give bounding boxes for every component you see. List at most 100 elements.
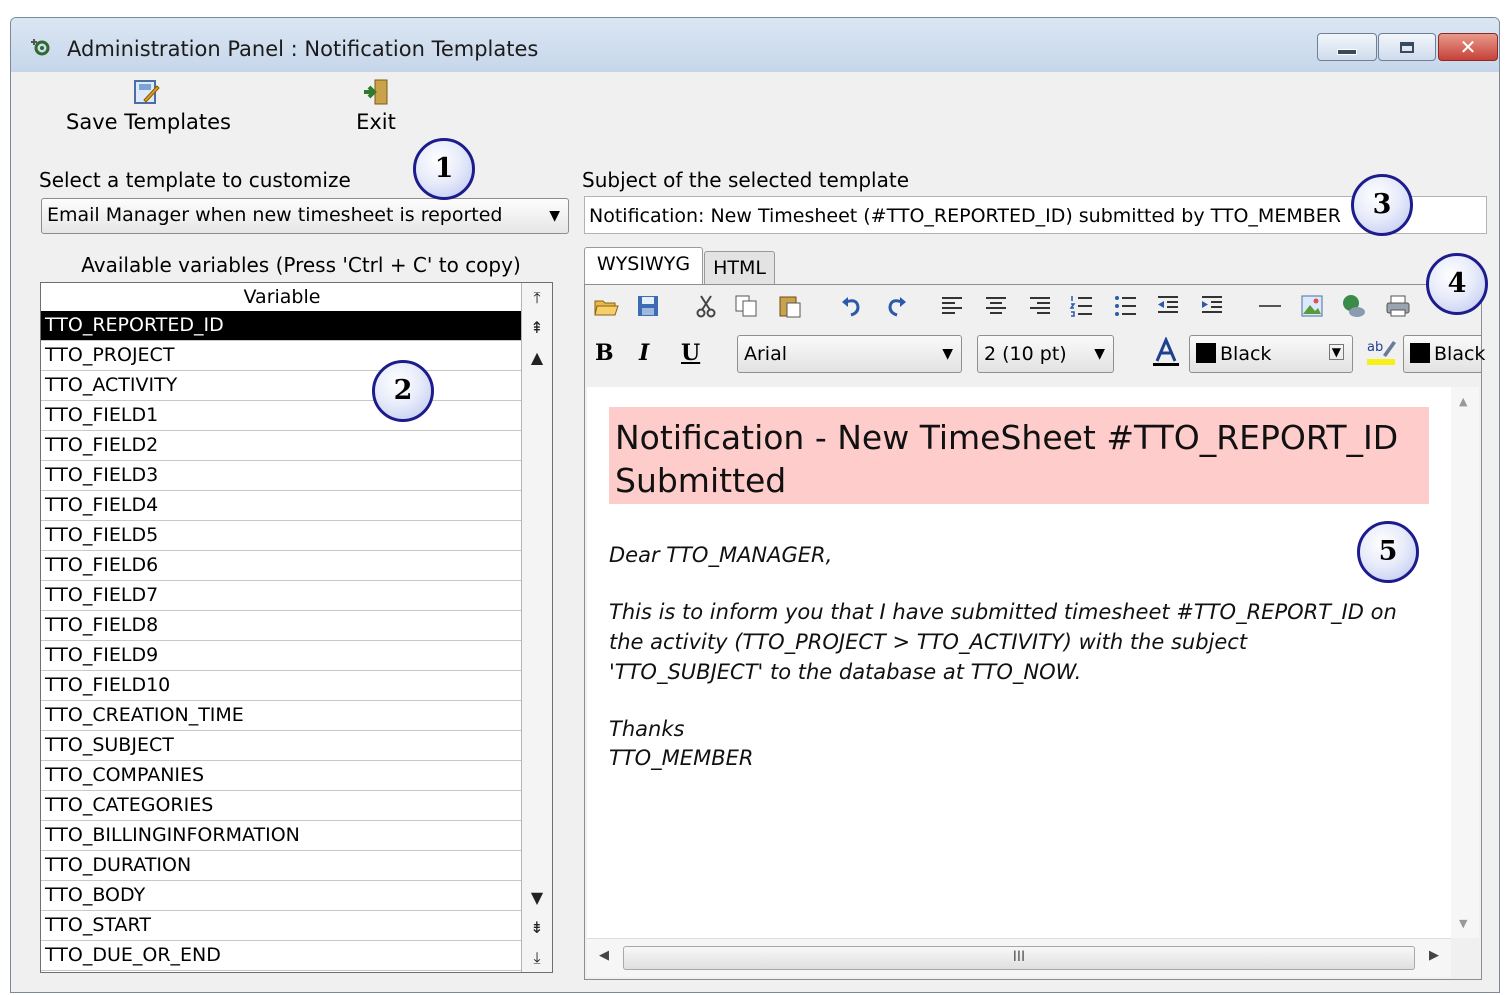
font-size-select[interactable]: 2 (10 pt) ▼	[977, 335, 1114, 373]
align-right-icon[interactable]	[1027, 293, 1053, 319]
variables-caption: Available variables (Press 'Ctrl + C' to…	[81, 253, 521, 277]
message-closing: Thanks	[609, 717, 685, 741]
print-icon[interactable]	[1385, 293, 1411, 319]
open-folder-icon[interactable]	[593, 293, 619, 319]
editor-content-area[interactable]: Notification - New TimeSheet #TTO_REPORT…	[587, 387, 1451, 938]
scroll-bottom-icon[interactable]: ⤓	[524, 945, 550, 971]
variable-list-item[interactable]: TTO_FIELD8	[41, 611, 523, 641]
variable-list-item[interactable]: TTO_ACTIVITY	[41, 371, 523, 401]
indent-icon[interactable]	[1199, 293, 1225, 319]
save-templates-button[interactable]: Save Templates	[66, 78, 231, 134]
font-family-value: Arial	[744, 343, 788, 365]
message-body-line-3: 'TTO_SUBJECT' to the database at TTO_NOW…	[609, 660, 1082, 684]
save-disk-icon[interactable]	[635, 293, 661, 319]
variable-list-item[interactable]: TTO_DUE_OR_END	[41, 941, 523, 971]
variable-list-item[interactable]: TTO_SUBJECT	[41, 731, 523, 761]
template-dropdown[interactable]: Email Manager when new timesheet is repo…	[41, 198, 569, 234]
variable-list-item[interactable]: TTO_FIELD2	[41, 431, 523, 461]
scroll-up-icon[interactable]: ▲	[524, 345, 550, 371]
window-title: Administration Panel : Notification Temp…	[67, 37, 539, 61]
wysiwyg-editor: B I U Arial ▼ 2 (10 pt) ▼ Black ▼ ab Bla…	[584, 284, 1485, 980]
message-body-line-2: the activity (TTO_PROJECT > TTO_ACTIVITY…	[609, 630, 1248, 654]
page-up-icon[interactable]: ⇞	[524, 315, 550, 341]
font-color-value: Black	[1196, 343, 1271, 365]
scroll-left-icon[interactable]: ◀	[599, 948, 609, 963]
font-color-icon[interactable]	[1151, 337, 1181, 367]
highlight-color-select[interactable]: Black	[1403, 335, 1485, 373]
underline-button[interactable]: U	[681, 340, 700, 366]
scroll-down-icon[interactable]: ▼	[524, 885, 550, 911]
variable-list-item[interactable]: TTO_CATEGORIES	[41, 791, 523, 821]
cut-icon[interactable]	[693, 293, 719, 319]
font-color-label: Black	[1220, 343, 1272, 365]
variable-list-item[interactable]: TTO_FIELD9	[41, 641, 523, 671]
editor-vertical-scrollbar[interactable]: ▲ ▼	[1451, 387, 1479, 938]
variable-list-item[interactable]: TTO_COMPANIES	[41, 761, 523, 791]
insert-link-icon[interactable]	[1341, 293, 1367, 319]
chevron-down-icon: ▼	[942, 346, 953, 362]
variable-column-header[interactable]: Variable	[41, 283, 523, 312]
highlight-color-label: Black	[1434, 343, 1486, 365]
maximize-button[interactable]	[1378, 33, 1436, 61]
bold-button[interactable]: B	[595, 340, 614, 366]
message-heading: Notification - New TimeSheet #TTO_REPORT…	[615, 418, 1399, 500]
variable-list-item[interactable]: TTO_START	[41, 911, 523, 941]
minimize-button[interactable]	[1317, 33, 1377, 61]
redo-icon[interactable]	[883, 293, 909, 319]
tab-wysiwyg[interactable]: WYSIWYG	[584, 247, 703, 285]
italic-button[interactable]: I	[639, 340, 649, 366]
variable-list-item[interactable]: TTO_FIELD6	[41, 551, 523, 581]
horizontal-scroll-thumb[interactable]: III	[623, 946, 1415, 970]
variable-list-item[interactable]: TTO_REPORTED_ID	[41, 311, 523, 341]
callout-badge-4: 4	[1426, 253, 1488, 315]
svg-text:ab: ab	[1367, 340, 1383, 355]
variable-list-item[interactable]: TTO_BILLINGINFORMATION	[41, 821, 523, 851]
horizontal-rule-icon[interactable]	[1257, 293, 1283, 319]
outdent-icon[interactable]	[1155, 293, 1181, 319]
scroll-up-icon[interactable]: ▲	[1459, 395, 1467, 408]
message-heading-block: Notification - New TimeSheet #TTO_REPORT…	[609, 407, 1429, 504]
numbered-list-icon[interactable]	[1069, 293, 1095, 319]
align-center-icon[interactable]	[983, 293, 1009, 319]
bullet-list-icon[interactable]	[1113, 293, 1139, 319]
variable-list-item[interactable]: TTO_FIELD5	[41, 521, 523, 551]
scroll-top-icon[interactable]: ⤒	[524, 285, 550, 311]
close-button[interactable]: ✕	[1438, 33, 1498, 61]
copy-icon[interactable]	[733, 293, 759, 319]
scroll-right-icon[interactable]: ▶	[1429, 948, 1439, 963]
variable-list-item[interactable]: TTO_FIELD4	[41, 491, 523, 521]
variables-list[interactable]: Variable TTO_REPORTED_ID TTO_PROJECT TTO_A…	[40, 282, 553, 973]
insert-image-icon[interactable]	[1299, 293, 1325, 319]
callout-badge-3: 3	[1351, 174, 1413, 236]
align-left-icon[interactable]	[939, 293, 965, 319]
editor-horizontal-scrollbar[interactable]: ◀ III ▶	[587, 938, 1451, 977]
variable-list-item[interactable]: TTO_FIELD3	[41, 461, 523, 491]
font-color-select[interactable]: Black ▼	[1189, 335, 1353, 373]
scroll-down-icon[interactable]: ▼	[1459, 917, 1467, 930]
tab-html[interactable]: HTML	[704, 251, 775, 285]
close-icon: ✕	[1459, 35, 1477, 59]
highlight-icon[interactable]: ab	[1365, 337, 1397, 367]
variable-list-item[interactable]: TTO_BODY	[41, 881, 523, 911]
notification-templates-window: Administration Panel : Notification Temp…	[10, 17, 1500, 993]
variable-list-item[interactable]: TTO_FIELD7	[41, 581, 523, 611]
message-signature: TTO_MEMBER	[609, 746, 754, 770]
variable-list-item[interactable]: TTO_CREATION_TIME	[41, 701, 523, 731]
template-select-label: Select a template to customize	[39, 168, 351, 192]
save-templates-icon	[134, 80, 160, 104]
variable-list-item[interactable]: TTO_FIELD10	[41, 671, 523, 701]
maximize-icon	[1400, 41, 1414, 53]
page-down-icon[interactable]: ⇟	[524, 915, 550, 941]
message-greeting: Dear TTO_MANAGER,	[609, 543, 833, 567]
font-family-select[interactable]: Arial ▼	[737, 335, 962, 373]
font-size-value: 2 (10 pt)	[984, 343, 1067, 365]
variables-scrollbar[interactable]: ⤒ ⇞ ▲ ▼ ⇟ ⤓	[521, 283, 552, 972]
exit-button[interactable]: Exit	[341, 78, 411, 134]
font-color-swatch	[1196, 343, 1216, 363]
paste-icon[interactable]	[777, 293, 803, 319]
variable-list-item[interactable]: TTO_DURATION	[41, 851, 523, 881]
variable-list-item[interactable]: TTO_PROJECT	[41, 341, 523, 371]
variable-list-item[interactable]: TTO_FIELD1	[41, 401, 523, 431]
chevron-down-icon: ▼	[1094, 346, 1105, 362]
undo-icon[interactable]	[839, 293, 865, 319]
